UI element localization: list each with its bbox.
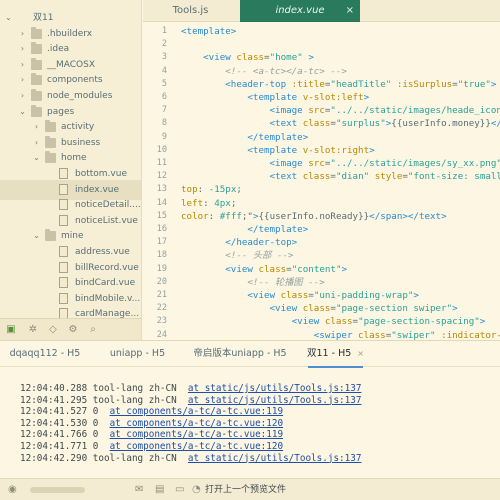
- log-text: 12:04:41.530 0: [20, 417, 110, 429]
- close-icon[interactable]: ×: [357, 349, 364, 358]
- console-panel: dqaqq112 - H5 uniapp - H5 帝启版本uniapp - H…: [0, 340, 500, 478]
- mail-icon[interactable]: ✉: [135, 484, 143, 496]
- log-text: 12:04:41.766 0: [20, 429, 110, 441]
- sidebar-toolbar: ▣ ✲ ◇ ⚙ ⌕: [0, 318, 141, 340]
- git-icon[interactable]: ◇: [47, 324, 59, 336]
- terminal-icon[interactable]: ▭: [175, 484, 184, 496]
- log-entry: 12:04:42.290 tool-lang zh-CN at static/j…: [20, 453, 361, 465]
- folder-icon: [31, 73, 42, 86]
- source-link[interactable]: at components/a-tc/a-tc.vue:119: [110, 429, 284, 440]
- log-entry: 12:04:40.288 tool-lang zh-CN at static/j…: [20, 383, 361, 395]
- log-text: 12:04:40.288 tool-lang zh-CN: [20, 383, 188, 394]
- folder-icon: [31, 42, 42, 55]
- plugin-icon[interactable]: ✲: [27, 324, 39, 336]
- file-icon: [59, 168, 68, 179]
- status-message: 打开上一个预览文件: [205, 485, 287, 495]
- file-icon: [59, 246, 68, 257]
- folder-icon: [45, 229, 56, 242]
- log-text: 12:04:41.295 tool-lang zh-CN: [20, 394, 188, 406]
- account-name-blurred: [30, 487, 85, 493]
- source-link[interactable]: at static/js/utils/Tools.js:137: [188, 383, 362, 394]
- source-link[interactable]: at static/js/utils/Tools.js:137: [188, 395, 362, 406]
- file-icon: [59, 261, 68, 273]
- folder-icon: [31, 89, 42, 101]
- console-tab-bar: dqaqq112 - H5 uniapp - H5 帝启版本uniapp - H…: [0, 341, 500, 368]
- source-link[interactable]: at static/js/utils/Tools.js:137: [188, 453, 362, 464]
- code-editor[interactable]: 1 2 3 4 5 6 7 8 9 10 11 12 13 14 15 16 17 18 19 20 21 22 23 24 …: [143, 22, 500, 340]
- tab-tools-js[interactable]: Tools.js: [143, 0, 238, 22]
- tab-index-vue[interactable]: index.vue ×: [240, 0, 360, 22]
- settings-icon[interactable]: ⚙: [67, 324, 79, 336]
- project-icon: [17, 13, 28, 23]
- file-icon: [59, 292, 68, 304]
- log-entry: 12:04:41.527 0 at components/a-tc/a-tc.v…: [20, 406, 283, 418]
- log-entry: 12:04:41.530 0 at components/a-tc/a-tc.v…: [20, 418, 283, 430]
- project-explorer: ⌄ 双11 › .hbuilderx › .idea › __MACOSX › component…: [0, 0, 142, 340]
- user-icon[interactable]: ◉: [8, 484, 17, 496]
- folder-icon: [45, 151, 56, 164]
- folder-icon: [31, 104, 42, 117]
- console-tab-uniapp[interactable]: uniapp - H5: [95, 341, 180, 367]
- source-link[interactable]: at components/a-tc/a-tc.vue:119: [110, 406, 284, 417]
- source-link[interactable]: at components/a-tc/a-tc.vue:120: [110, 441, 284, 452]
- folder-icon: [45, 135, 56, 148]
- source-link[interactable]: at components/a-tc/a-tc.vue:120: [110, 418, 284, 429]
- folder-icon: [31, 26, 42, 39]
- log-text: 12:04:41.527 0: [20, 406, 110, 418]
- line-number: 24: [156, 329, 167, 340]
- folder-icon: [31, 57, 42, 70]
- ide-window: ⌄ 双11 › .hbuilderx › .idea › __MACOSX › component…: [0, 0, 500, 500]
- file-icon: [59, 277, 68, 289]
- log-text: 12:04:42.290 tool-lang zh-CN: [20, 452, 188, 464]
- log-text: 12:04:41.771 0: [20, 441, 110, 452]
- console-tab-double11[interactable]: 双11 - H5 ×: [298, 341, 373, 368]
- code-line[interactable]: <template>: [181, 24, 236, 40]
- log-entry: 12:04:41.766 0 at components/a-tc/a-tc.v…: [20, 429, 283, 441]
- file-icon: [59, 214, 68, 226]
- editor-tab-bar: Tools.js index.vue ×: [143, 0, 500, 22]
- console-tab-dqaqq112[interactable]: dqaqq112 - H5: [0, 341, 90, 367]
- search-icon[interactable]: ⌕: [87, 324, 99, 336]
- log-entry: 12:04:41.771 0 at components/a-tc/a-tc.v…: [20, 441, 283, 453]
- folder-icon: [45, 120, 56, 133]
- bell-icon[interactable]: ◔: [192, 484, 201, 496]
- file-icon: [59, 199, 68, 211]
- folder-icon[interactable]: ▣: [5, 324, 17, 336]
- code-line[interactable]: <swiper class="swiper" :indicator-: [181, 328, 500, 340]
- gamepad-icon[interactable]: ▤: [155, 484, 164, 496]
- status-bar: ◉ ✉ ▤ ▭ ◔ 打开上一个预览文件: [0, 478, 500, 500]
- close-icon[interactable]: ×: [346, 0, 354, 22]
- line-number-gutter: 1 2 3 4 5 6 7 8 9 10 11 12 13 14 15 16 17 18 19 20 21 22 23 24: [143, 22, 173, 340]
- file-icon: [59, 183, 68, 195]
- log-entry: 12:04:41.295 tool-lang zh-CN at static/j…: [20, 395, 361, 407]
- console-tab-diqi-uniapp[interactable]: 帝启版本uniapp - H5: [185, 341, 295, 367]
